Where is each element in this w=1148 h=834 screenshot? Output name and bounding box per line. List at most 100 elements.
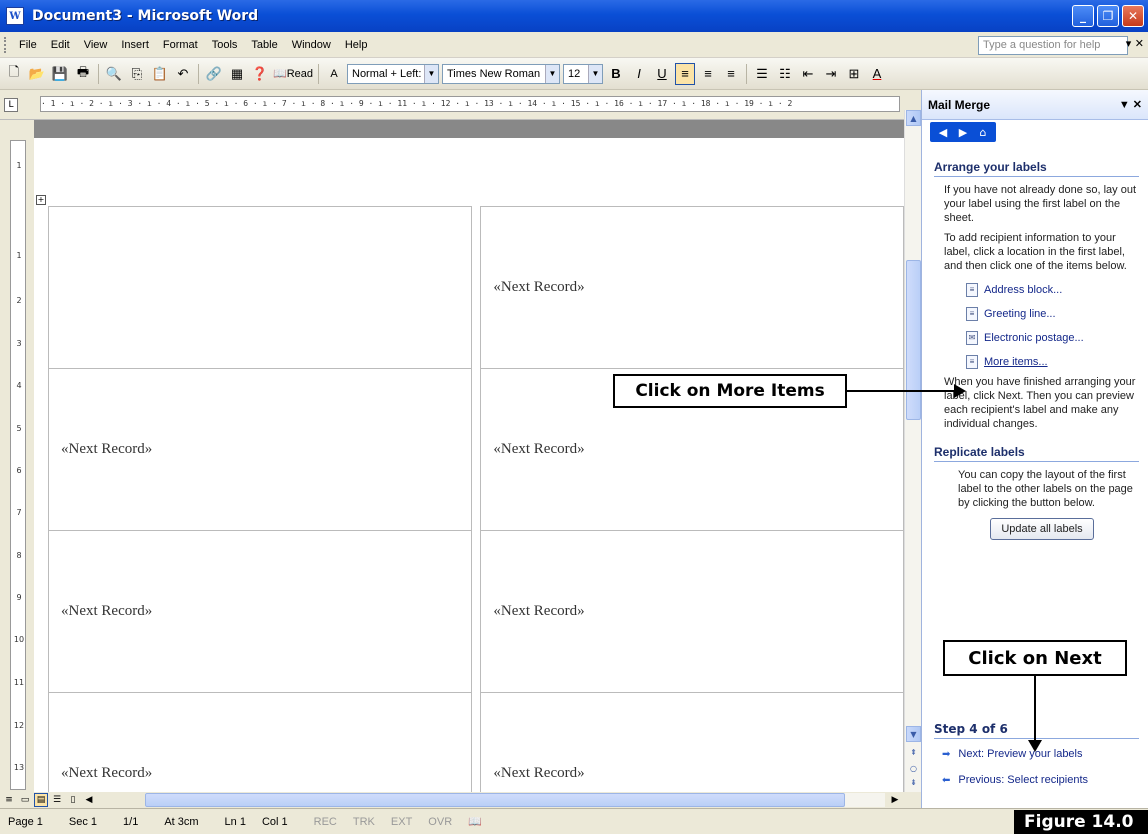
menu-edit[interactable]: Edit xyxy=(44,39,77,51)
label-cell[interactable] xyxy=(48,206,472,369)
forward-icon[interactable]: ▶ xyxy=(954,124,972,140)
reading-layout-icon[interactable]: ▯ xyxy=(66,793,80,807)
menu-help[interactable]: Help xyxy=(338,39,375,51)
labels-table[interactable]: «Next Record» «Next Record» «Next Record… xyxy=(48,206,904,792)
font-select[interactable]: Times New Roman ▼ xyxy=(442,63,560,84)
bold-button[interactable]: B xyxy=(606,63,626,85)
numbering-icon[interactable]: ☰ xyxy=(752,63,772,85)
menu-tools[interactable]: Tools xyxy=(205,39,245,51)
minimize-button[interactable]: _ xyxy=(1072,5,1094,27)
normal-view-icon[interactable]: ≡ xyxy=(2,793,16,807)
update-all-labels-button[interactable]: Update all labels xyxy=(990,518,1094,540)
scroll-down-icon[interactable]: ▼ xyxy=(906,726,921,742)
scroll-left-icon[interactable]: ◀ xyxy=(82,793,96,807)
menu-view[interactable]: View xyxy=(77,39,115,51)
previous-page-icon[interactable]: ⇞ xyxy=(906,744,921,760)
vruler-number: 2 xyxy=(16,296,22,305)
print-layout-icon[interactable]: ▤ xyxy=(34,793,48,807)
italic-button[interactable]: I xyxy=(629,63,649,85)
vertical-ruler-track[interactable]: 1 1 2 3 4 5 6 7 8 9 10 11 12 13 xyxy=(10,140,26,790)
next-page-icon[interactable]: ⇟ xyxy=(906,774,921,790)
vruler-number: 5 xyxy=(16,424,22,433)
help-search-input[interactable]: Type a question for help xyxy=(978,36,1128,55)
table-move-handle-icon[interactable]: + xyxy=(36,195,46,205)
horizontal-ruler[interactable]: L · 1 · ı · 2 · ı · 3 · ı · 4 · ı · 5 · … xyxy=(0,90,905,120)
horizontal-scroll-track[interactable] xyxy=(145,793,885,807)
home-icon[interactable]: ⌂ xyxy=(974,124,992,140)
electronic-postage-link[interactable]: ✉ Electronic postage... xyxy=(966,331,1139,345)
vertical-ruler[interactable]: 1 1 2 3 4 5 6 7 8 9 10 11 12 13 xyxy=(0,120,34,792)
outline-view-icon[interactable]: ☰ xyxy=(50,793,64,807)
menu-insert[interactable]: Insert xyxy=(114,39,156,51)
label-cell[interactable]: «Next Record» xyxy=(480,206,904,369)
print-icon[interactable]: 🖶 xyxy=(73,63,93,85)
scroll-right-icon[interactable]: ▶ xyxy=(888,793,902,807)
pane-controls[interactable]: ▼ ✕ xyxy=(1119,98,1142,111)
copy-icon[interactable]: ⎘ xyxy=(127,63,147,85)
align-right-icon[interactable]: ≡ xyxy=(721,63,741,85)
label-cell[interactable]: «Next Record» xyxy=(48,530,472,693)
vertical-scrollbar[interactable]: ▲ ▼ ⇞ ○ ⇟ xyxy=(904,110,921,792)
chevron-down-icon[interactable]: ▼ xyxy=(424,64,438,83)
status-ext[interactable]: EXT xyxy=(383,816,420,828)
status-ovr[interactable]: OVR xyxy=(420,816,460,828)
align-center-icon[interactable]: ≡ xyxy=(698,63,718,85)
decrease-indent-icon[interactable]: ⇤ xyxy=(798,63,818,85)
horizontal-scrollbar[interactable]: ≡ ▭ ▤ ☰ ▯ ◀ ▶ xyxy=(0,792,904,808)
help-controls[interactable]: ▾ ✕ xyxy=(1126,37,1144,50)
save-icon[interactable]: 💾 xyxy=(50,63,70,85)
new-document-icon[interactable]: 🗋 xyxy=(4,63,24,85)
label-cell[interactable]: «Next Record» xyxy=(480,692,904,792)
label-spacer xyxy=(470,368,482,531)
help-icon[interactable]: ❓ xyxy=(250,63,270,85)
ruler-track[interactable]: · 1 · ı · 2 · ı · 3 · ı · 4 · ı · 5 · ı … xyxy=(40,96,900,112)
restore-button[interactable]: ❐ xyxy=(1097,5,1119,27)
menu-file[interactable]: File xyxy=(12,39,44,51)
read-button[interactable]: 📖 Read xyxy=(273,63,313,85)
label-cell[interactable]: «Next Record» xyxy=(48,692,472,792)
hyperlink-icon[interactable]: 🔗 xyxy=(204,63,224,85)
chevron-down-icon[interactable]: ▼ xyxy=(545,64,559,83)
font-size-select[interactable]: 12 ▼ xyxy=(563,63,603,84)
previous-step-link[interactable]: ⬅ Previous: Select recipients xyxy=(942,774,1088,786)
status-rec[interactable]: REC xyxy=(306,816,345,828)
chevron-down-icon[interactable]: ▼ xyxy=(588,64,602,83)
menu-window[interactable]: Window xyxy=(285,39,338,51)
address-block-link[interactable]: ≡ Address block... xyxy=(966,283,1139,297)
more-items-link[interactable]: ≡ More items... xyxy=(966,355,1139,369)
menu-grip[interactable] xyxy=(4,36,12,53)
tables-icon[interactable]: ▦ xyxy=(227,63,247,85)
research-icon[interactable]: 🔍 xyxy=(104,63,124,85)
font-color-button[interactable]: A xyxy=(867,63,887,85)
horizontal-scroll-thumb[interactable] xyxy=(145,793,845,807)
status-trk[interactable]: TRK xyxy=(345,816,383,828)
document-area[interactable]: + «Next Record» «Next Record» «Next Reco… xyxy=(34,120,904,792)
back-icon[interactable]: ◀ xyxy=(934,124,952,140)
word-app-icon[interactable]: W xyxy=(6,7,24,25)
paste-icon[interactable]: 📋 xyxy=(150,63,170,85)
align-left-icon[interactable]: ≡ xyxy=(675,62,695,85)
bullets-icon[interactable]: ☷ xyxy=(775,63,795,85)
menu-table[interactable]: Table xyxy=(244,39,284,51)
increase-indent-icon[interactable]: ⇥ xyxy=(821,63,841,85)
label-cell[interactable]: «Next Record» xyxy=(480,530,904,693)
web-layout-icon[interactable]: ▭ xyxy=(18,793,32,807)
close-button[interactable]: ✕ xyxy=(1122,5,1144,27)
tab-selector-icon[interactable]: L xyxy=(4,98,18,112)
document-icon: ≡ xyxy=(966,307,978,321)
vertical-scroll-thumb[interactable] xyxy=(906,260,921,420)
style-select[interactable]: Normal + Left: ▼ xyxy=(347,63,439,84)
border-icon[interactable]: ⊞ xyxy=(844,63,864,85)
scroll-up-icon[interactable]: ▲ xyxy=(906,110,921,126)
styles-icon[interactable]: A xyxy=(324,63,344,85)
menu-format[interactable]: Format xyxy=(156,39,205,51)
figure-label: Figure 14.0 xyxy=(1014,810,1148,834)
greeting-line-link[interactable]: ≡ Greeting line... xyxy=(966,307,1139,321)
open-folder-icon[interactable]: 📂 xyxy=(27,63,47,85)
underline-button[interactable]: U xyxy=(652,63,672,85)
label-cell[interactable]: «Next Record» xyxy=(48,368,472,531)
spelling-status-icon[interactable]: 📖 xyxy=(460,815,490,828)
next-step-link[interactable]: ➡ Next: Preview your labels xyxy=(942,748,1083,760)
undo-icon[interactable]: ↶ xyxy=(173,63,193,85)
more-items-label: More items... xyxy=(984,356,1048,368)
